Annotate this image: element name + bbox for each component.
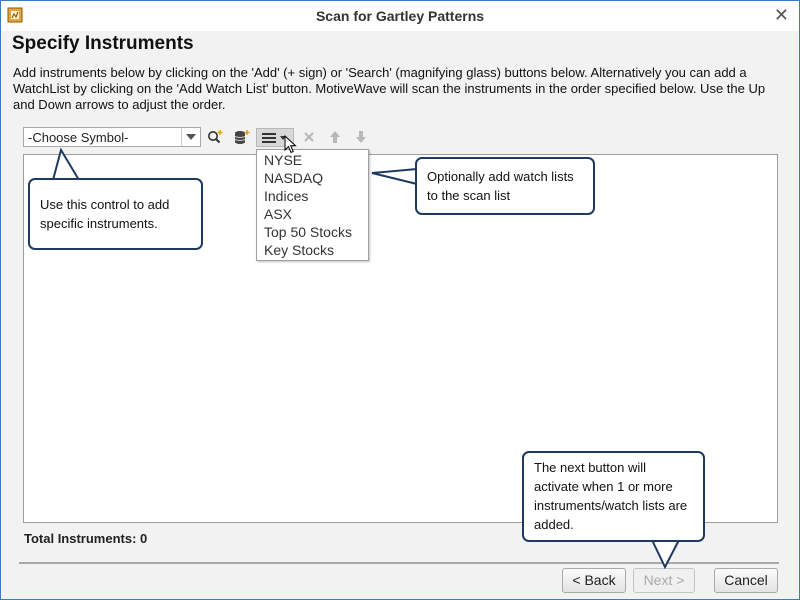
callout-next-button: The next button will activate when 1 or …: [522, 451, 705, 542]
dialog-window: Scan for Gartley Patterns ✕ Specify Inst…: [0, 0, 800, 600]
callout-watch-lists: Optionally add watch lists to the scan l…: [415, 157, 595, 215]
callout-symbol-control: Use this control to add specific instrum…: [28, 178, 203, 250]
